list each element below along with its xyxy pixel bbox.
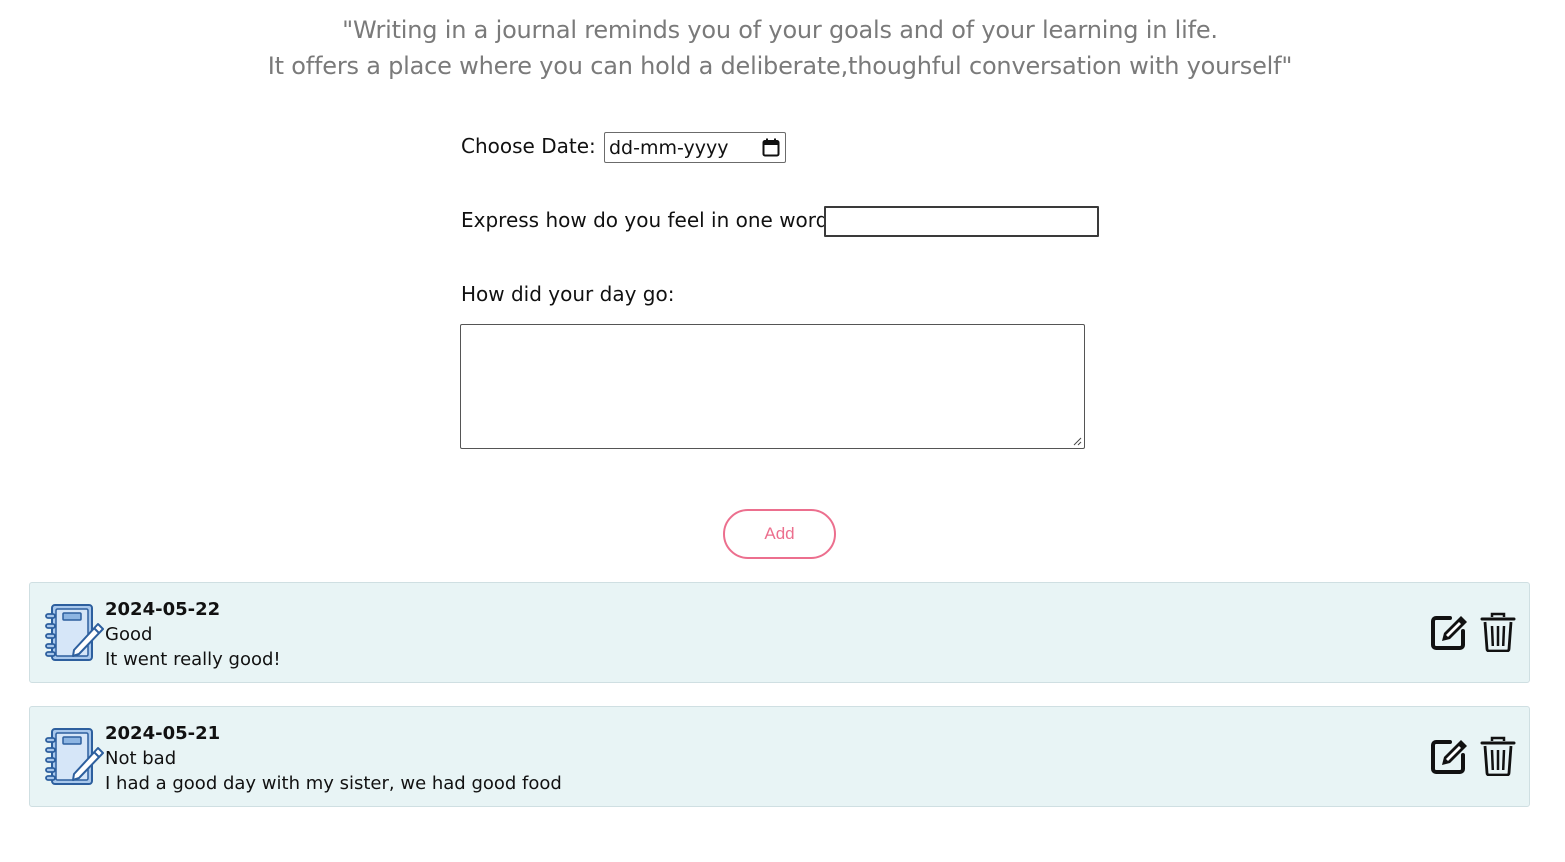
mood-label: Express how do you feel in one word	[461, 208, 829, 232]
journal-entry: 2024-05-22 Good It went really good!	[29, 582, 1530, 683]
journal-page: "Writing in a journal reminds you of you…	[0, 0, 1565, 862]
entry-description: I had a good day with my sister, we had …	[105, 773, 562, 794]
journal-entry: 2024-05-21 Not bad I had a good day with…	[29, 706, 1530, 807]
mood-input[interactable]	[824, 206, 1099, 237]
entry-date: 2024-05-21	[105, 723, 221, 744]
trash-icon[interactable]	[1480, 736, 1516, 776]
edit-icon[interactable]	[1430, 737, 1468, 775]
date-label: Choose Date:	[461, 134, 596, 158]
entry-text: 2024-05-22 Good It went really good!	[105, 597, 281, 672]
calendar-icon[interactable]	[762, 138, 780, 157]
entry-description: It went really good!	[105, 649, 281, 670]
quote-line-1: "Writing in a journal reminds you of you…	[342, 16, 1218, 44]
day-label: How did your day go:	[461, 282, 675, 306]
entry-mood: Good	[105, 624, 153, 645]
date-placeholder: dd-mm-yyyy	[609, 136, 729, 159]
entry-date: 2024-05-22	[105, 599, 221, 620]
journal-icon	[45, 728, 104, 785]
entry-mood: Not bad	[105, 748, 177, 769]
quote-line-2: It offers a place where you can hold a d…	[267, 52, 1293, 80]
journal-icon	[45, 604, 104, 661]
resize-grip-icon[interactable]	[1072, 436, 1082, 446]
date-input[interactable]: dd-mm-yyyy	[604, 132, 786, 163]
edit-icon[interactable]	[1430, 613, 1468, 651]
day-textarea[interactable]	[460, 324, 1085, 449]
add-button[interactable]: Add	[723, 509, 836, 559]
entry-text: 2024-05-21 Not bad I had a good day with…	[105, 721, 562, 796]
trash-icon[interactable]	[1480, 612, 1516, 652]
quote: "Writing in a journal reminds you of you…	[0, 12, 1560, 84]
